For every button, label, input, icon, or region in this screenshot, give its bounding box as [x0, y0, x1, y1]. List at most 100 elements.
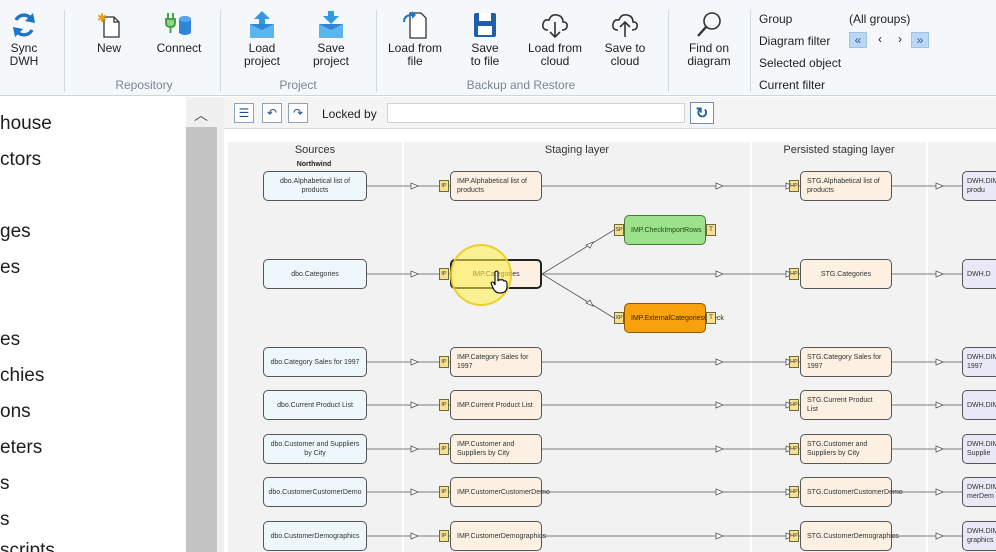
import-node[interactable]: IMP.CustomerDemographics	[450, 521, 546, 551]
filter-first-button[interactable]: «	[849, 32, 867, 48]
hp-tag: HP	[789, 356, 799, 368]
source-node[interactable]: dbo.CustomerDemographics	[263, 521, 367, 551]
staging-node[interactable]: STG.Customer and Suppliers by City	[800, 434, 892, 464]
ribbon-separator	[750, 10, 751, 92]
import-node[interactable]: IMP.CustomerCustomerDemo	[450, 477, 550, 507]
connect-label: Connect	[156, 41, 202, 55]
hp-tag: HP	[789, 443, 799, 455]
ip-tag: IP	[439, 399, 449, 411]
external-categories-check-node[interactable]: IMP.ExternalCategoriesCheck	[624, 303, 724, 333]
group-select[interactable]: (All groups)	[849, 12, 910, 26]
new-document-icon: ✱	[92, 8, 126, 42]
dwh-node[interactable]: DWH.DIM for 1997	[962, 347, 996, 377]
splitter[interactable]	[217, 97, 224, 552]
tree-scrollbar[interactable]: ︿	[186, 97, 217, 552]
filter-next-button[interactable]: ›	[891, 32, 909, 48]
source-node[interactable]: dbo.Category Sales for 1997	[263, 347, 367, 377]
t-tag: T	[706, 312, 716, 324]
new-label: New	[96, 41, 121, 55]
find-on-diagram-button[interactable]: Find on diagram	[684, 8, 734, 74]
filter-last-button[interactable]: »	[911, 32, 929, 48]
staging-node[interactable]: STG.CustomerCustomerDemo	[800, 477, 903, 507]
load-from-file-label: Load from file	[387, 41, 443, 68]
save-project-icon	[314, 8, 348, 42]
tree-item[interactable]: s	[0, 473, 10, 495]
ip-tag: IP	[439, 180, 449, 192]
ribbon: Sync DWH ✱ New Connect Repository Load p…	[0, 6, 996, 96]
scrollbar-thumb[interactable]	[186, 127, 217, 552]
ip-tag: IP	[439, 486, 449, 498]
ip-tag: IP	[439, 268, 449, 280]
sync-dwh-button[interactable]: Sync DWH	[6, 8, 42, 74]
ribbon-separator	[668, 10, 669, 92]
diagram-toolbar: ☰ ↶ ↷ Locked by ↻	[224, 97, 996, 129]
scroll-up-icon[interactable]: ︿	[194, 105, 208, 125]
tree-item[interactable]: scripts	[0, 540, 55, 552]
new-button[interactable]: ✱ New	[90, 8, 128, 74]
project-group-label: Project	[279, 78, 317, 92]
source-node[interactable]: dbo.Alphabetical list of products	[263, 171, 367, 201]
source-node[interactable]: dbo.Current Product List	[263, 390, 367, 420]
dwh-node[interactable]: DWH.DIM List	[962, 390, 996, 420]
staging-node[interactable]: STG.Categories	[800, 259, 892, 289]
save-project-button[interactable]: Save project	[306, 8, 356, 74]
tree-item[interactable]: chies	[0, 365, 44, 387]
connect-button[interactable]: Connect	[152, 8, 206, 74]
dwh-node[interactable]: DWH.DIM of produ	[962, 171, 996, 201]
staging-node[interactable]: STG.Current Product List	[800, 390, 892, 420]
list-icon: ☰	[238, 106, 250, 120]
sync-icon	[7, 8, 41, 42]
staging-node[interactable]: STG.Category Sales for 1997	[800, 347, 892, 377]
backup-restore-group-label: Backup and Restore	[466, 78, 576, 92]
ribbon-separator	[376, 10, 377, 92]
find-on-diagram-label: Find on diagram	[687, 41, 731, 68]
save-to-cloud-button[interactable]: Save to cloud	[600, 8, 650, 74]
load-project-button[interactable]: Load project	[238, 8, 286, 74]
dwh-node[interactable]: DWH.DIM Supplie	[962, 434, 996, 464]
undo-button[interactable]: ↶	[262, 103, 282, 123]
refresh-button[interactable]: ↻	[690, 102, 714, 124]
staging-node[interactable]: STG.CustomerDemographics	[800, 521, 899, 551]
tree-item[interactable]: eters	[0, 437, 42, 459]
import-node[interactable]: IMP.Category Sales for 1997	[450, 347, 542, 377]
cloud-download-icon	[538, 8, 572, 42]
tree-item[interactable]: ctors	[0, 149, 41, 171]
save-to-file-label: Save to file	[470, 41, 500, 68]
ribbon-separator	[220, 10, 221, 92]
load-from-file-button[interactable]: Load from file	[386, 8, 444, 74]
tree-item[interactable]: ons	[0, 401, 31, 423]
save-to-cloud-label: Save to cloud	[604, 41, 646, 68]
import-node[interactable]: IMP.Alphabetical list of products	[450, 171, 542, 201]
tree-item[interactable]: es	[0, 257, 20, 279]
source-node[interactable]: dbo.Customer and Suppliers by City	[263, 434, 367, 464]
diagram-filter-label: Diagram filter	[759, 34, 831, 48]
tree-item[interactable]: ges	[0, 221, 31, 243]
tree-item[interactable]: house	[0, 113, 52, 135]
load-from-cloud-button[interactable]: Load from cloud	[524, 8, 586, 74]
sync-dwh-label: Sync DWH	[9, 41, 39, 68]
repository-group-label: Repository	[115, 78, 173, 92]
dwh-node[interactable]: DWH.D	[962, 259, 996, 289]
dwh-node[interactable]: DWH.DIM merDem	[962, 477, 996, 507]
floppy-disk-icon	[468, 8, 502, 42]
source-node[interactable]: dbo.CustomerCustomerDemo	[263, 477, 367, 507]
diagram-canvas[interactable]: Sources Staging layer Persisted staging …	[224, 130, 996, 552]
tree-item[interactable]: es	[0, 329, 20, 351]
sp-tag: SP	[614, 224, 624, 236]
list-view-button[interactable]: ☰	[234, 103, 254, 123]
filter-prev-button[interactable]: ‹	[871, 32, 889, 48]
load-file-icon	[398, 8, 432, 42]
staging-node[interactable]: STG.Alphabetical list of products	[800, 171, 892, 201]
import-node[interactable]: IMP.Current Product List	[450, 390, 542, 420]
locked-by-field[interactable]	[387, 103, 685, 123]
app-window: Sync DWH ✱ New Connect Repository Load p…	[0, 0, 996, 552]
import-node[interactable]: IMP.Customer and Suppliers by City	[450, 434, 542, 464]
dwh-node[interactable]: DWH.DIM graphics	[962, 521, 996, 551]
ip-tag: IP	[439, 530, 449, 542]
tree-item[interactable]: s	[0, 509, 10, 531]
source-node[interactable]: dbo.Categories	[263, 259, 367, 289]
save-to-file-button[interactable]: Save to file	[464, 8, 506, 74]
svg-text:✱: ✱	[97, 11, 107, 25]
redo-button[interactable]: ↷	[288, 103, 308, 123]
check-import-rows-node[interactable]: IMP.CheckImportRows	[624, 215, 706, 245]
